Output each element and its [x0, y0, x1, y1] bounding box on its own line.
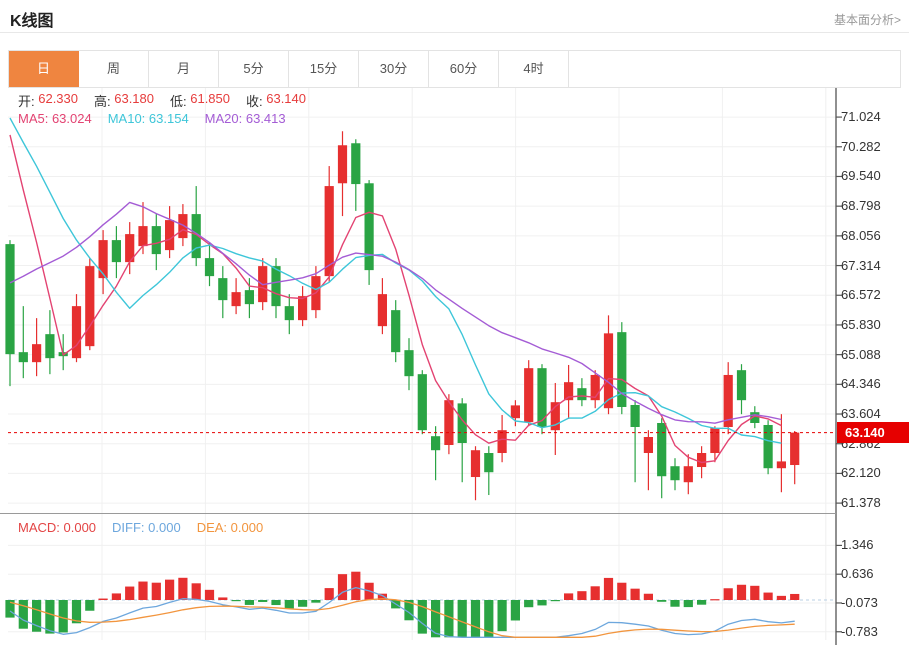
price-axis-label: 69.540 — [841, 168, 881, 183]
macd-pane-divider — [0, 513, 836, 514]
ohlc-item: 高: 63.180 — [94, 91, 154, 110]
ohlc-item: 收: 63.140 — [246, 91, 306, 110]
price-axis-label: 70.282 — [841, 139, 881, 154]
price-axis-label: 68.798 — [841, 198, 881, 213]
price-axis-label: 68.056 — [841, 228, 881, 243]
price-axis-label: 65.830 — [841, 317, 881, 332]
price-axis-label: 63.604 — [841, 406, 881, 421]
current-price-badge: 63.140 — [837, 422, 909, 443]
price-axis-label: 67.314 — [841, 258, 881, 273]
price-axis-label: 65.088 — [841, 347, 881, 362]
price-axis-label: 64.346 — [841, 376, 881, 391]
price-axis-label: 66.572 — [841, 287, 881, 302]
macd-axis-label: -0.073 — [841, 595, 878, 610]
ohlc-item: 低: 61.850 — [170, 91, 230, 110]
price-axis-label: 62.120 — [841, 465, 881, 480]
macd-item: MACD: 0.000 — [18, 520, 96, 535]
macd-legend: MACD: 0.000 DIFF: 0.000 DEA: 0.000 — [18, 520, 279, 535]
macd-item: DIFF: 0.000 — [112, 520, 181, 535]
macd-axis-label: 1.346 — [841, 537, 874, 552]
ma-item: MA20: 63.413 — [205, 111, 286, 126]
price-axis-label: 71.024 — [841, 109, 881, 124]
ohlc-legend: 开: 62.330 高: 63.180 低: 61.850 收: 63.140 — [18, 91, 322, 110]
macd-axis-label: -0.783 — [841, 624, 878, 639]
macd-axis-label: 0.636 — [841, 566, 874, 581]
ohlc-item: 开: 62.330 — [18, 91, 78, 110]
ma-item: MA5: 63.024 — [18, 111, 92, 126]
price-axis-label: 61.378 — [841, 495, 881, 510]
macd-item: DEA: 0.000 — [197, 520, 264, 535]
ma-legend: MA5: 63.024 MA10: 63.154 MA20: 63.413 — [18, 111, 302, 126]
ma-item: MA10: 63.154 — [108, 111, 189, 126]
kline-page: K线图 基本面分析> 日周月5分15分30分60分4时 开: 62.330高: … — [0, 0, 909, 645]
